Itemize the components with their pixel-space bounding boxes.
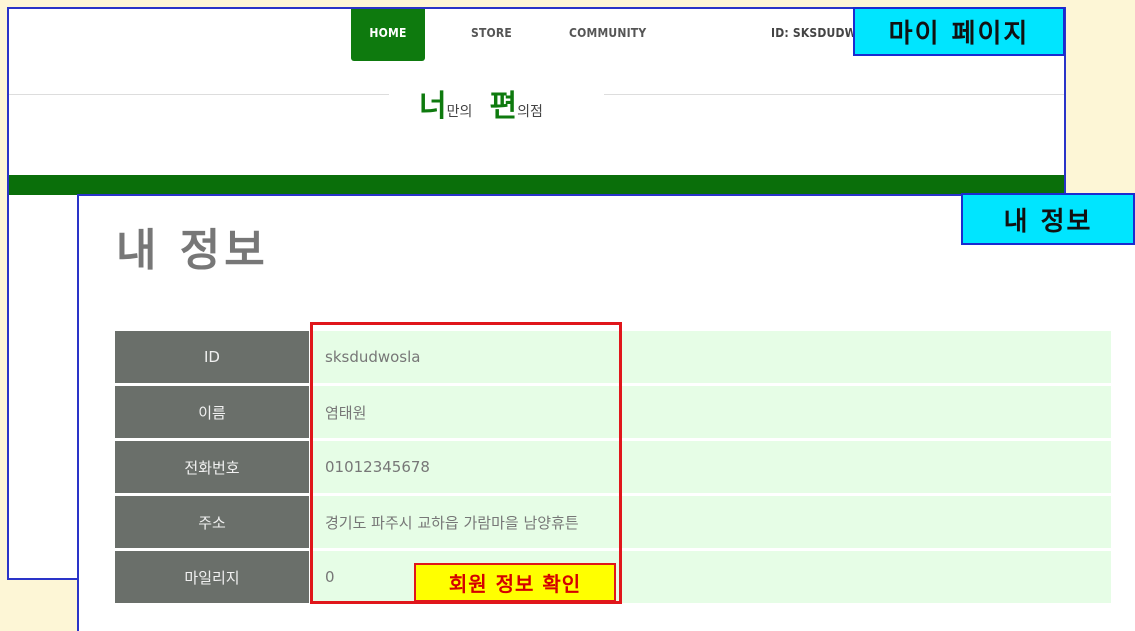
site-logo[interactable]: 너만의 편의점 xyxy=(419,81,543,125)
nav-home[interactable]: HOME xyxy=(351,9,425,61)
info-label: 전화번호 xyxy=(115,441,309,493)
member-info-highlight-box xyxy=(310,322,622,604)
info-label: 마일리지 xyxy=(115,551,309,603)
header-green-bar xyxy=(9,175,1064,195)
page-title: 내 정보 xyxy=(116,225,269,276)
logo-text-2: 의점 xyxy=(517,104,543,120)
nav-store[interactable]: STORE xyxy=(471,9,512,61)
info-label: 이름 xyxy=(115,386,309,438)
logo-divider-left xyxy=(9,94,389,95)
callout-verify-member-info: 회원 정보 확인 xyxy=(414,563,616,602)
logo-char-1: 너 xyxy=(419,89,447,124)
info-label: 주소 xyxy=(115,496,309,548)
nav-user-id[interactable]: ID: SKSDUDWOSLA xyxy=(771,9,859,61)
logo-text-1: 만의 xyxy=(446,104,473,120)
callout-my-page: 마이 페이지 xyxy=(853,7,1065,56)
nav-community[interactable]: COMMUNITY xyxy=(569,9,646,61)
logo-divider-right xyxy=(604,94,1064,95)
info-label: ID xyxy=(115,331,309,383)
logo-char-2: 편 xyxy=(489,89,518,124)
callout-my-info: 내 정보 xyxy=(961,193,1135,245)
